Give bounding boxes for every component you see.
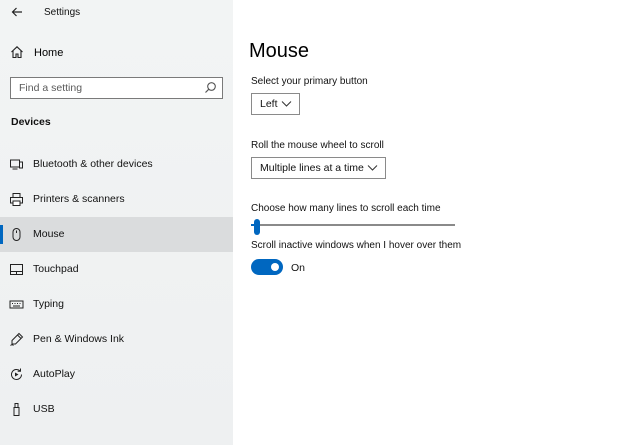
primary-button-dropdown[interactable]: Left — [251, 93, 300, 115]
sidebar-item-autoplay[interactable]: AutoPlay — [0, 357, 233, 392]
sidebar-item-typing[interactable]: Typing — [0, 287, 233, 322]
sidebar-item-label: Typing — [33, 298, 64, 310]
sidebar-item-label: USB — [33, 403, 55, 415]
sidebar-item-mouse[interactable]: Mouse — [0, 217, 233, 252]
search-box[interactable] — [10, 77, 223, 99]
sidebar-item-touchpad[interactable]: Touchpad — [0, 252, 233, 287]
sidebar-item-printers[interactable]: Printers & scanners — [0, 182, 233, 217]
home-label: Home — [34, 47, 64, 59]
wheel-scroll-value: Multiple lines at a time — [260, 162, 364, 174]
sidebar-item-label: Bluetooth & other devices — [33, 158, 153, 170]
section-title: Devices — [11, 116, 51, 128]
sidebar-item-label: Touchpad — [33, 263, 79, 275]
bluetooth-devices-icon — [9, 157, 24, 172]
selection-indicator — [0, 225, 3, 244]
chevron-down-icon — [281, 98, 292, 109]
keyboard-icon — [9, 297, 24, 312]
sidebar-item-home[interactable]: Home — [0, 42, 233, 66]
home-icon — [10, 45, 24, 59]
scroll-lines-slider-track[interactable] — [251, 224, 455, 226]
toggle-knob — [271, 263, 279, 271]
chevron-down-icon — [367, 162, 378, 173]
sidebar: Settings Home Devices Bluetooth & other … — [0, 0, 233, 445]
autoplay-icon — [9, 367, 24, 382]
wheel-scroll-dropdown[interactable]: Multiple lines at a time — [251, 157, 386, 179]
inactive-scroll-label: Scroll inactive windows when I hover ove… — [251, 240, 462, 251]
app-title: Settings — [44, 7, 81, 18]
sidebar-item-label: Printers & scanners — [33, 193, 125, 205]
printer-icon — [9, 192, 24, 207]
sidebar-item-bluetooth[interactable]: Bluetooth & other devices — [0, 147, 233, 182]
mouse-icon — [9, 227, 24, 242]
sidebar-item-label: Mouse — [33, 228, 65, 240]
sidebar-item-label: AutoPlay — [33, 368, 76, 380]
search-icon[interactable] — [204, 81, 217, 94]
sidebar-item-pen[interactable]: Pen & Windows Ink — [0, 322, 233, 357]
inactive-scroll-toggle[interactable] — [251, 259, 283, 275]
sidebar-item-label: Pen & Windows Ink — [33, 333, 125, 345]
wheel-scroll-label: Roll the mouse wheel to scroll — [251, 140, 384, 151]
back-arrow-icon[interactable] — [9, 4, 25, 20]
page-title: Mouse — [249, 40, 310, 62]
main-content: Mouse Select your primary button Left Ro… — [233, 0, 624, 445]
search-input[interactable] — [11, 78, 196, 97]
scroll-lines-label: Choose how many lines to scroll each tim… — [251, 203, 441, 214]
inactive-scroll-state: On — [291, 262, 306, 274]
primary-button-label: Select your primary button — [251, 76, 368, 87]
primary-button-value: Left — [260, 98, 278, 110]
pen-icon — [9, 332, 24, 347]
usb-icon — [9, 402, 24, 417]
sidebar-item-usb[interactable]: USB — [0, 392, 233, 427]
scroll-lines-slider-thumb[interactable] — [254, 219, 261, 235]
touchpad-icon — [9, 262, 24, 277]
